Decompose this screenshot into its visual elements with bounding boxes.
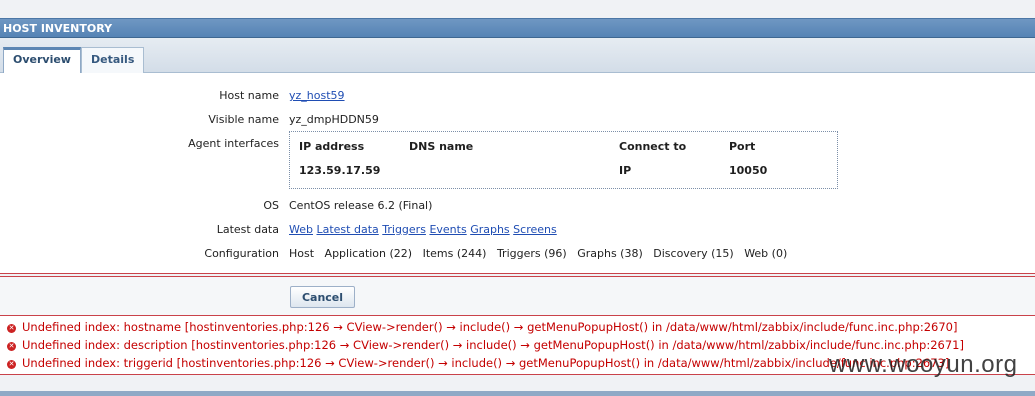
os-label: OS: [263, 199, 279, 212]
error-message: ✕ Undefined index: triggerid [hostinvento…: [7, 356, 949, 372]
cancel-button[interactable]: Cancel: [290, 286, 355, 308]
tab-overview[interactable]: Overview: [3, 47, 81, 74]
configuration-row: Configuration Host Application (22) Item…: [0, 247, 1035, 267]
column-header-port: Port: [729, 140, 756, 153]
latest-data-link-graphs[interactable]: Graphs: [470, 223, 509, 236]
error-icon: ✕: [7, 360, 16, 369]
column-header-connect-to: Connect to: [619, 140, 687, 153]
agent-interfaces-label: Agent interfaces: [188, 137, 279, 150]
latest-data-link-screens[interactable]: Screens: [513, 223, 557, 236]
configuration-host: Host: [289, 247, 315, 260]
form-footer: Cancel: [0, 277, 1035, 315]
os-value: CentOS release 6.2 (Final): [289, 199, 433, 212]
error-text: Undefined index: description [hostinvent…: [22, 338, 964, 352]
configuration-web: Web (0): [744, 247, 788, 260]
column-header-ip: IP address: [299, 140, 365, 153]
latest-data-link-web[interactable]: Web: [289, 223, 313, 236]
configuration-application: Application (22): [324, 247, 413, 260]
visible-name-value: yz_dmpHDDN59: [289, 113, 379, 126]
page-title: HOST INVENTORY: [3, 22, 113, 35]
os-row: OS CentOS release 6.2 (Final): [0, 199, 1035, 219]
configuration-triggers: Triggers (96): [496, 247, 567, 260]
bottom-border: [0, 391, 1035, 396]
agent-interfaces-table: IP address DNS name Connect to Port 123.…: [289, 131, 838, 189]
configuration-items-count: Items (244): [422, 247, 487, 260]
error-message: ✕ Undefined index: hostname [hostinventor…: [7, 320, 957, 336]
latest-data-link-events[interactable]: Events: [429, 223, 466, 236]
tab-details[interactable]: Details: [81, 47, 145, 73]
configuration-graphs: Graphs (38): [577, 247, 643, 260]
error-text: Undefined index: hostname [hostinventori…: [22, 320, 958, 334]
host-name-row: Host name yz_host59: [0, 89, 1035, 109]
configuration-items: Host Application (22) Items (244) Trigge…: [289, 247, 794, 260]
latest-data-link-triggers[interactable]: Triggers: [382, 223, 426, 236]
visible-name-row: Visible name yz_dmpHDDN59: [0, 113, 1035, 133]
column-header-dns: DNS name: [409, 140, 474, 153]
watermark: www.wooyun.org: [829, 351, 1018, 378]
latest-data-links: Web Latest data Triggers Events Graphs S…: [289, 223, 557, 236]
visible-name-label: Visible name: [208, 113, 279, 126]
host-name-label: Host name: [219, 89, 279, 102]
error-message: ✕ Undefined index: description [hostinven…: [7, 338, 964, 354]
configuration-label: Configuration: [204, 247, 279, 260]
error-icon: ✕: [7, 342, 16, 351]
latest-data-link-latest-data[interactable]: Latest data: [316, 223, 378, 236]
error-text: Undefined index: triggerid [hostinventor…: [22, 356, 950, 370]
latest-data-label: Latest data: [216, 223, 279, 236]
overview-panel: Host name yz_host59 Visible name yz_dmpH…: [0, 73, 1035, 273]
error-icon: ✕: [7, 324, 16, 333]
page-header: HOST INVENTORY: [0, 18, 1035, 38]
interface-ip-cell: 123.59.17.59: [299, 164, 381, 177]
configuration-discovery: Discovery (15): [653, 247, 734, 260]
tab-strip: Overview Details: [0, 38, 1035, 74]
interface-connect-to-cell: IP: [619, 164, 632, 177]
host-name-link[interactable]: yz_host59: [289, 89, 345, 102]
interface-port-cell: 10050: [729, 164, 768, 177]
latest-data-row: Latest data Web Latest data Triggers Eve…: [0, 223, 1035, 243]
